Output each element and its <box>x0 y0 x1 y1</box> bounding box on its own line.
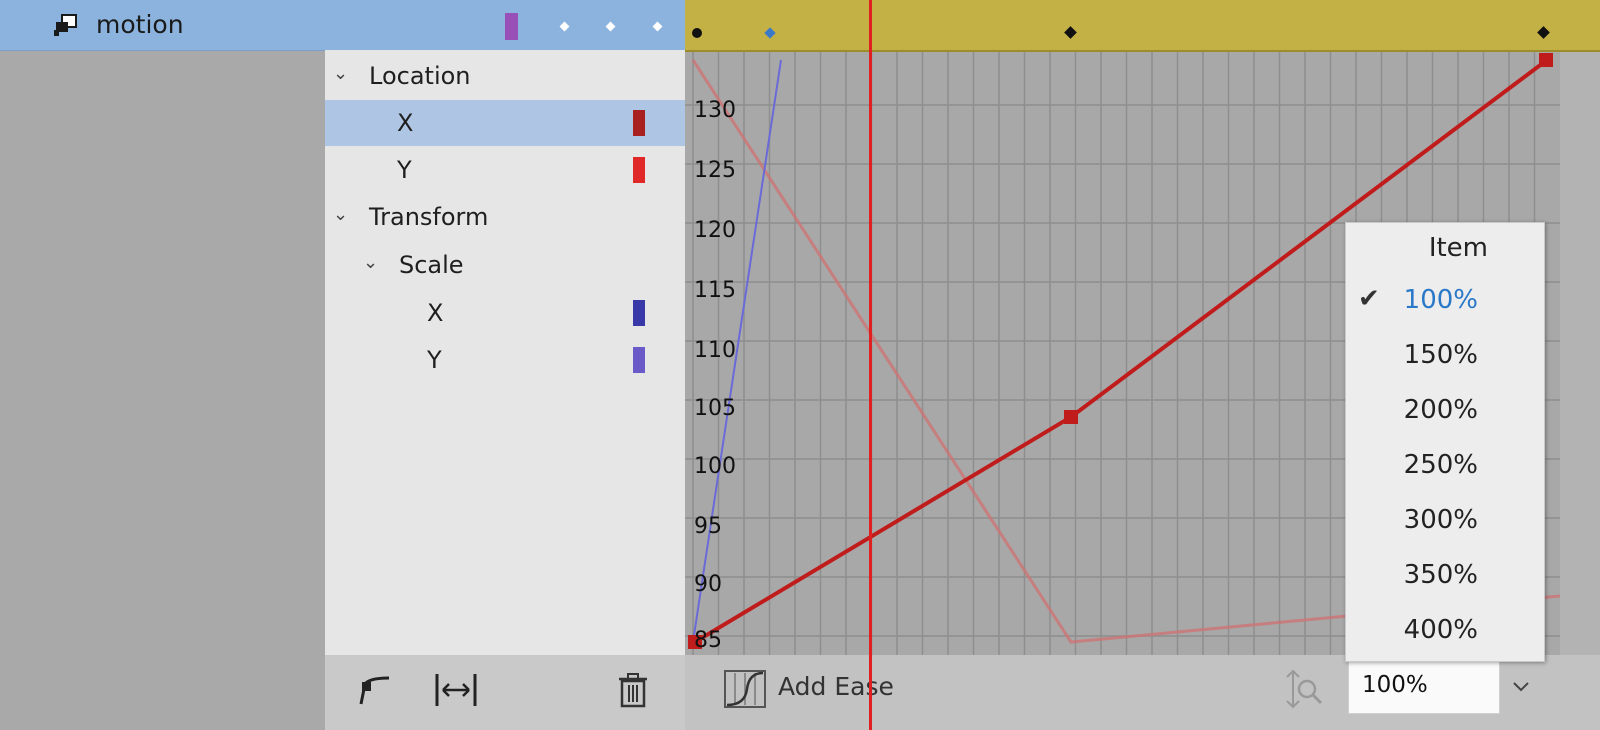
property-toolbar <box>325 655 685 730</box>
keyframe-diamond[interactable] <box>764 27 776 39</box>
zoom-fit-icon[interactable] <box>1285 669 1325 709</box>
curve-keyframe[interactable] <box>1064 410 1078 424</box>
chevron-down-icon[interactable] <box>1502 660 1540 712</box>
ease-curve-icon[interactable] <box>355 670 395 710</box>
keyframe-marker <box>605 21 616 32</box>
y-tick-label: 130 <box>694 98 736 123</box>
zoom-menu-item-100[interactable]: ✔ 100% <box>1346 275 1544 330</box>
zoom-menu-header: Item <box>1346 223 1544 278</box>
channel-color-swatch[interactable] <box>633 300 645 326</box>
zoom-menu-item-150[interactable]: 150% <box>1346 330 1544 385</box>
keyframe-diamond[interactable] <box>1064 26 1077 39</box>
chevron-down-icon[interactable]: ⌄ <box>333 204 348 225</box>
checkmark-icon: ✔ <box>1358 284 1380 314</box>
y-tick-label: 120 <box>694 218 736 243</box>
menu-item-label: 200% <box>1403 395 1478 425</box>
menu-item-label: 400% <box>1403 615 1478 645</box>
property-label: Scale <box>399 251 464 279</box>
y-tick-label: 90 <box>694 572 722 597</box>
layers-gutter <box>0 50 325 730</box>
y-tick-label: 125 <box>694 158 736 183</box>
chevron-down-icon[interactable]: ⌄ <box>363 252 378 273</box>
property-label: Y <box>397 156 412 184</box>
layer-icon <box>54 14 77 36</box>
zoom-menu-item-400[interactable]: 400% <box>1346 605 1544 660</box>
zoom-menu-item-250[interactable]: 250% <box>1346 440 1544 495</box>
graph-scroll-region[interactable] <box>1560 52 1600 655</box>
trash-icon[interactable] <box>618 672 648 708</box>
y-tick-label: 105 <box>694 396 736 421</box>
property-label: Transform <box>369 203 489 231</box>
channel-color-swatch[interactable] <box>633 110 645 136</box>
property-channel-scale-y[interactable]: Y <box>325 337 685 383</box>
property-channel-location-x[interactable]: X <box>325 100 685 146</box>
channel-color-swatch[interactable] <box>633 347 645 373</box>
keyframe-ruler[interactable] <box>685 0 1600 52</box>
channel-color-swatch[interactable] <box>633 157 645 183</box>
chevron-down-icon[interactable]: ⌄ <box>333 63 348 84</box>
y-tick-label: 115 <box>694 278 736 303</box>
keyframe-diamond[interactable] <box>1537 26 1550 39</box>
add-ease-icon[interactable] <box>723 669 767 709</box>
layer-color-swatch[interactable] <box>505 13 518 40</box>
property-list: ⌄ Location X Y ⌄ Transform ⌄ Scale X Y <box>325 50 685 655</box>
menu-item-label: 300% <box>1403 505 1478 535</box>
y-tick-label: 100 <box>694 454 736 479</box>
add-ease-button[interactable]: Add Ease <box>778 672 894 701</box>
fit-width-icon[interactable] <box>433 670 479 710</box>
menu-header-label: Item <box>1428 233 1488 263</box>
keyframe-marker <box>559 21 570 32</box>
property-group-scale[interactable]: ⌄ Scale <box>325 242 685 288</box>
menu-item-label: 150% <box>1403 340 1478 370</box>
keyframe-dot[interactable] <box>692 28 702 38</box>
zoom-menu-item-200[interactable]: 200% <box>1346 385 1544 440</box>
property-channel-scale-x[interactable]: X <box>325 290 685 336</box>
property-channel-location-y[interactable]: Y <box>325 147 685 193</box>
playhead[interactable] <box>869 0 872 730</box>
property-label: X <box>397 109 414 137</box>
y-tick-label: 85 <box>694 628 722 653</box>
y-tick-label: 95 <box>694 514 722 539</box>
property-group-location[interactable]: ⌄ Location <box>325 53 685 99</box>
property-label: X <box>427 299 444 327</box>
property-label: Y <box>427 346 442 374</box>
zoom-dropdown-value: 100% <box>1362 672 1428 698</box>
zoom-menu-item-350[interactable]: 350% <box>1346 550 1544 605</box>
property-label: Location <box>369 62 471 90</box>
zoom-menu-item-300[interactable]: 300% <box>1346 495 1544 550</box>
property-group-transform[interactable]: ⌄ Transform <box>325 194 685 240</box>
menu-item-label: 350% <box>1403 560 1478 590</box>
menu-item-label: 100% <box>1403 285 1478 315</box>
layer-header-row[interactable]: motion <box>0 0 685 51</box>
curve-keyframe[interactable] <box>1539 53 1553 67</box>
menu-item-label: 250% <box>1403 450 1478 480</box>
y-tick-label: 110 <box>694 338 736 363</box>
layer-name: motion <box>96 10 184 39</box>
keyframe-marker <box>652 21 663 32</box>
zoom-menu: Item ✔ 100% 150% 200% 250% 300% 350% 400… <box>1345 222 1545 662</box>
